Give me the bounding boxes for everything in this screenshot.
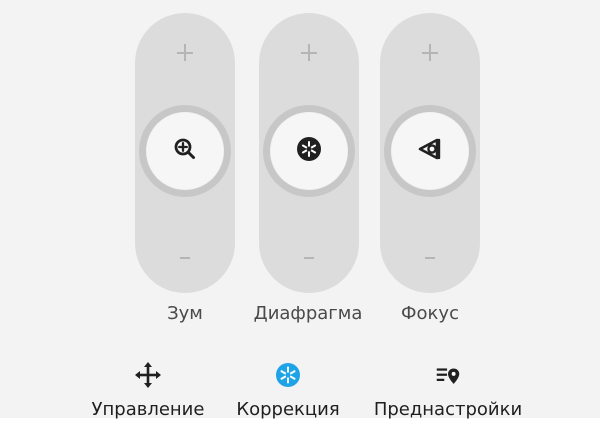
focus-eye-icon bbox=[414, 134, 446, 168]
tab-presets-label: Преднастройки bbox=[373, 399, 523, 420]
correction-snowflake-icon[interactable] bbox=[273, 360, 303, 390]
zoom-knob[interactable] bbox=[139, 105, 231, 197]
zoom-minus-icon[interactable] bbox=[170, 243, 200, 273]
aperture-plus-icon[interactable] bbox=[294, 38, 324, 68]
move-arrows-icon[interactable] bbox=[133, 360, 163, 390]
right-edge-background bbox=[600, 0, 606, 429]
zoom-in-icon bbox=[171, 135, 199, 167]
zoom-label: Зум bbox=[167, 303, 203, 324]
focus-control[interactable] bbox=[380, 13, 480, 293]
aperture-icon bbox=[294, 134, 324, 168]
focus-minus-icon[interactable] bbox=[415, 243, 445, 273]
zoom-control[interactable] bbox=[135, 13, 235, 293]
aperture-knob-face[interactable] bbox=[270, 112, 348, 190]
tab-correction-label: Коррекция bbox=[236, 399, 340, 420]
presets-list-pin-icon[interactable] bbox=[433, 360, 463, 390]
focus-knob[interactable] bbox=[384, 105, 476, 197]
zoom-knob-face[interactable] bbox=[146, 112, 224, 190]
focus-label: Фокус bbox=[401, 303, 459, 324]
aperture-control[interactable] bbox=[259, 13, 359, 293]
tab-control-label: Управление bbox=[91, 399, 205, 420]
focus-plus-icon[interactable] bbox=[415, 38, 445, 68]
aperture-minus-icon[interactable] bbox=[294, 243, 324, 273]
zoom-plus-icon[interactable] bbox=[170, 38, 200, 68]
aperture-label: Диафрагма bbox=[253, 303, 363, 324]
aperture-knob[interactable] bbox=[263, 105, 355, 197]
focus-knob-face[interactable] bbox=[391, 112, 469, 190]
